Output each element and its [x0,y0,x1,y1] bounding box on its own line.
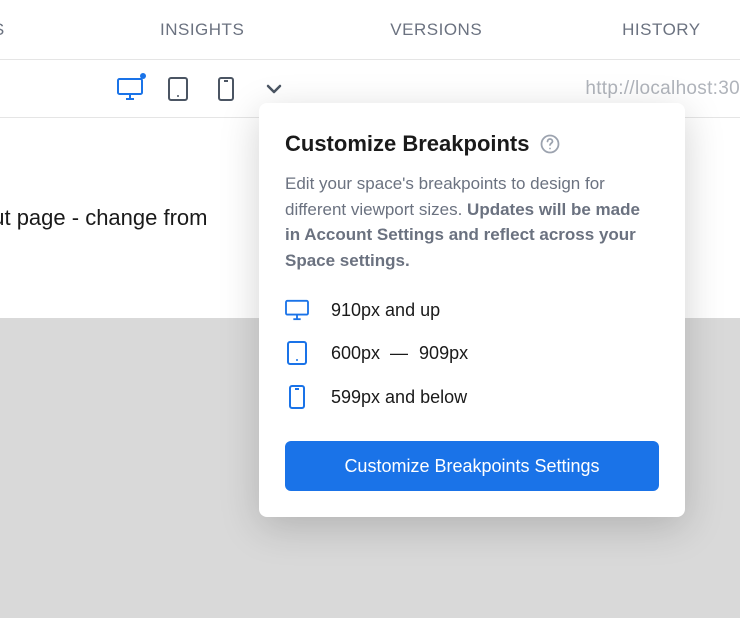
tab-insights[interactable]: INSIGHTS [160,20,244,40]
customize-breakpoints-button[interactable]: Customize Breakpoints Settings [285,441,659,491]
active-dot-icon [140,73,146,79]
breakpoint-row-mobile: 599px and below [285,385,659,409]
breakpoint-tablet-label: 600px — 909px [331,343,468,364]
tablet-dash: — [390,343,409,364]
tablet-icon [285,341,309,365]
popover-title-row: Customize Breakpoints [285,131,659,157]
breakpoint-row-tablet: 600px — 909px [285,341,659,365]
tab-history[interactable]: HISTORY [622,20,700,40]
desktop-icon [285,299,309,321]
tablet-min: 600px [331,343,380,364]
breakpoint-row-desktop: 910px and up [285,299,659,321]
top-tabs: TS INSIGHTS VERSIONS HISTORY [0,0,740,60]
mobile-icon [285,385,309,409]
chevron-down-icon [266,84,282,94]
mobile-view-button[interactable] [212,75,240,103]
popover-title: Customize Breakpoints [285,131,530,157]
tablet-icon [168,77,188,101]
mobile-icon [218,77,234,101]
tab-truncated[interactable]: TS [0,20,60,40]
help-icon[interactable] [540,134,560,154]
desktop-view-button[interactable] [116,75,144,103]
popover-description: Edit your space's breakpoints to design … [285,171,659,273]
breakpoint-desktop-label: 910px and up [331,300,440,321]
page-text-fragment: out page - change from [0,205,207,231]
tab-versions[interactable]: VERSIONS [390,20,482,40]
breakpoints-popover: Customize Breakpoints Edit your space's … [259,103,685,517]
breakpoint-list: 910px and up 600px — 909px 599px and bel… [285,299,659,409]
tablet-max: 909px [419,343,468,364]
breakpoint-mobile-label: 599px and below [331,387,467,408]
desktop-icon [117,77,143,101]
breakpoint-dropdown-button[interactable] [260,75,288,103]
tablet-view-button[interactable] [164,75,192,103]
